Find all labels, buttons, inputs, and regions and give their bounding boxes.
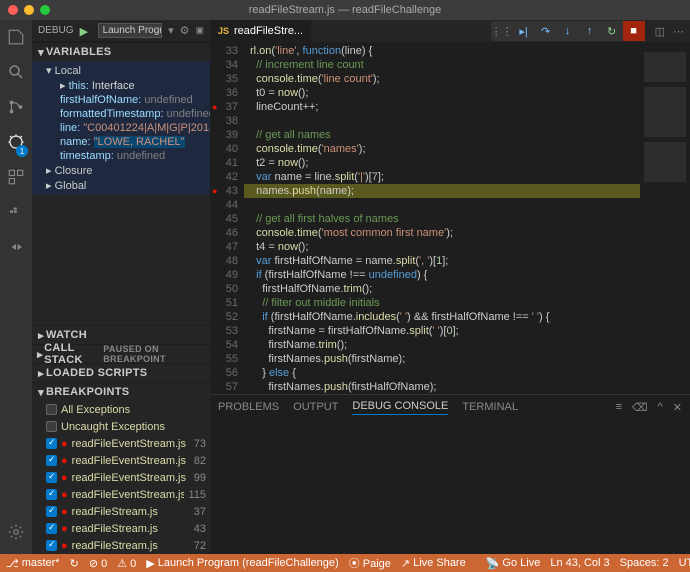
tab-problems[interactable]: PROBLEMS: [218, 401, 279, 413]
var-name[interactable]: name: "LOWE, RACHEL": [32, 135, 210, 149]
status-paige[interactable]: ⦿ Paige: [349, 555, 391, 571]
tab-output[interactable]: OUTPUT: [293, 401, 338, 413]
clear-console-icon[interactable]: ⌫: [632, 401, 648, 414]
bp-uncaught-exceptions[interactable]: Uncaught Exceptions: [32, 418, 210, 435]
status-golive[interactable]: 📡 Go Live: [486, 557, 541, 570]
split-editor-icon[interactable]: ◫: [655, 25, 665, 38]
var-this[interactable]: ▸ this: Interface: [32, 78, 210, 93]
breakpoint-item[interactable]: ●readFileEventStream.js115: [32, 486, 210, 503]
debug-config-select[interactable]: Launch Program: [98, 23, 163, 38]
drag-handle-icon[interactable]: ⋮⋮: [491, 21, 513, 41]
breakpoint-item[interactable]: ●readFileStream.js43: [32, 520, 210, 537]
tab-filename: readFileStre...: [234, 25, 303, 37]
var-line[interactable]: line: "C00401224|A|M|G|P|201804059101545…: [32, 121, 210, 135]
bp-all-exceptions[interactable]: All Exceptions: [32, 401, 210, 418]
titlebar: readFileStream.js — readFileChallenge: [0, 0, 690, 20]
debug-settings-icon[interactable]: ⚙: [180, 24, 190, 37]
breakpoint-item[interactable]: ●readFileStream.js37: [32, 503, 210, 520]
js-file-icon: JS: [218, 26, 229, 36]
close-window[interactable]: [8, 5, 18, 15]
activity-bar: [0, 20, 32, 554]
loaded-header[interactable]: ▸LOADED SCRIPTS: [32, 364, 210, 382]
explorer-icon[interactable]: [7, 28, 25, 49]
debug-console-icon[interactable]: ▣: [195, 25, 204, 36]
search-icon[interactable]: [7, 63, 25, 84]
settings-icon[interactable]: [7, 523, 25, 544]
scm-icon[interactable]: [7, 98, 25, 119]
status-encoding[interactable]: UTF-8: [679, 557, 690, 569]
debug-icon[interactable]: [7, 133, 25, 154]
extensions-icon[interactable]: [7, 168, 25, 189]
debug-config-dropdown-icon[interactable]: ▾: [168, 24, 174, 37]
scope-local[interactable]: ▾ Local: [32, 63, 210, 78]
breakpoint-item[interactable]: ●readFileEventStream.js82: [32, 452, 210, 469]
maximize-panel-icon[interactable]: ^: [658, 401, 663, 414]
var-formatted[interactable]: formattedTimestamp: undefined: [32, 107, 210, 121]
tab-terminal[interactable]: TERMINAL: [462, 401, 518, 413]
minimap[interactable]: [640, 42, 690, 394]
var-timestamp[interactable]: timestamp: undefined: [32, 149, 210, 163]
breakpoint-item[interactable]: ●readFileStream.js72: [32, 537, 210, 554]
sidebar: DEBUG ▶ Launch Program ▾ ⚙ ▣ ▾VARIABLES …: [32, 20, 210, 554]
breakpoints-header[interactable]: ▾BREAKPOINTS: [32, 383, 210, 401]
breakpoint-item[interactable]: ●readFileEventStream.js99: [32, 469, 210, 486]
callstack-header[interactable]: ▸CALL STACKPAUSED ON BREAKPOINT: [32, 345, 210, 363]
line-gutter[interactable]: 33343536●373839404142●434445464748495051…: [210, 42, 244, 394]
docker-icon[interactable]: [7, 203, 25, 224]
status-liveshare[interactable]: ↗ Live Share: [401, 557, 466, 570]
step-out-icon[interactable]: ↑: [579, 21, 601, 41]
filter-icon[interactable]: ≡: [616, 401, 622, 414]
window-title: readFileStream.js — readFileChallenge: [249, 4, 442, 16]
maximize-window[interactable]: [40, 5, 50, 15]
debug-console-body[interactable]: [210, 419, 690, 554]
liveshare-icon[interactable]: [7, 238, 25, 259]
var-firsthalf[interactable]: firstHalfOfName: undefined: [32, 93, 210, 107]
step-into-icon[interactable]: ↓: [557, 21, 579, 41]
bottom-panel: PROBLEMS OUTPUT DEBUG CONSOLE TERMINAL ≡…: [210, 394, 690, 554]
start-debug-icon[interactable]: ▶: [80, 25, 92, 37]
status-branch[interactable]: ⎇ master*: [6, 557, 60, 570]
scope-global[interactable]: ▸ Global: [32, 178, 210, 193]
debug-toolbar: ⋮⋮ ▸| ↷ ↓ ↑ ↻ ■: [491, 21, 645, 41]
minimize-window[interactable]: [24, 5, 34, 15]
editor-tab[interactable]: JS readFileStre...: [210, 20, 311, 42]
status-warnings[interactable]: ⚠ 0: [117, 557, 136, 570]
step-over-icon[interactable]: ↷: [535, 21, 557, 41]
status-spaces[interactable]: Spaces: 2: [620, 557, 669, 569]
tab-debug-console[interactable]: DEBUG CONSOLE: [352, 400, 448, 415]
restart-icon[interactable]: ↻: [601, 21, 623, 41]
scope-closure[interactable]: ▸ Closure: [32, 163, 210, 178]
breakpoint-item[interactable]: ●readFileEventStream.js73: [32, 435, 210, 452]
close-panel-icon[interactable]: ✕: [673, 401, 682, 414]
continue-icon[interactable]: ▸|: [513, 21, 535, 41]
variables-header[interactable]: ▾VARIABLES: [32, 43, 210, 61]
debug-label: DEBUG: [38, 25, 74, 36]
code-editor[interactable]: rl.on('line', function(line) { // increm…: [244, 42, 640, 394]
status-sync[interactable]: ↻: [70, 557, 79, 570]
status-bar: ⎇ master* ↻ ⊘ 0 ⚠ 0 ▶ Launch Program (re…: [0, 554, 690, 572]
more-actions-icon[interactable]: ⋯: [673, 25, 684, 38]
stop-icon[interactable]: ■: [623, 21, 645, 41]
status-launch[interactable]: ▶ Launch Program (readFileChallenge): [146, 557, 338, 570]
status-position[interactable]: Ln 43, Col 3: [550, 557, 609, 569]
status-errors[interactable]: ⊘ 0: [89, 557, 107, 570]
